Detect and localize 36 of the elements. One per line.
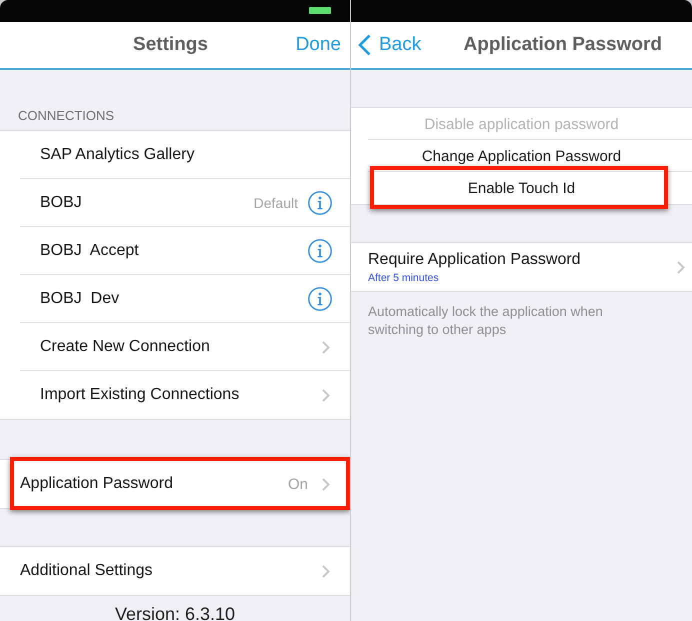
- row-label: Import Existing Connections: [40, 386, 240, 404]
- row-label: Additional Settings: [20, 562, 154, 580]
- chevron-icon: [677, 260, 685, 274]
- row-label: Application Password: [20, 475, 174, 493]
- list-row[interactable]: BOBJ Dev: [0, 275, 350, 323]
- row-detail: Default: [254, 195, 298, 211]
- list-row[interactable]: Require Application Password After 5 minutes: [351, 243, 692, 291]
- list-row[interactable]: Create New Connection: [0, 323, 350, 371]
- chevron-icon: [322, 388, 330, 402]
- row-label: Require Application Password: [368, 250, 582, 268]
- list-row[interactable]: SAP Analytics Gallery: [0, 131, 350, 179]
- info-icon[interactable]: [308, 239, 332, 263]
- list-row[interactable]: Additional Settings: [0, 547, 350, 595]
- row-label: BOBJ: [40, 194, 83, 212]
- row-label: Create New Connection: [40, 338, 211, 356]
- row-subtitle: After 5 minutes: [368, 272, 440, 284]
- info-icon[interactable]: [308, 287, 332, 311]
- chevron-icon: [322, 564, 330, 578]
- row-detail: On: [288, 476, 308, 492]
- list-row[interactable]: BOBJ Default: [0, 179, 350, 227]
- row-label: SAP Analytics Gallery: [40, 146, 196, 164]
- nav-title: Settings: [133, 34, 208, 56]
- chevron-left-icon: [358, 34, 371, 56]
- section-footer: Automatically lock the application when switching to other apps: [351, 292, 641, 339]
- version-label: Version: 6.3.10: [114, 603, 236, 621]
- chevron-icon: [322, 340, 330, 354]
- action-button[interactable]: Enable Touch Id: [351, 172, 692, 204]
- row-label: BOBJ Dev: [40, 290, 120, 308]
- list-row[interactable]: BOBJ Accept: [0, 227, 350, 275]
- section-header: CONNECTIONS: [17, 107, 116, 125]
- list-row[interactable]: Import Existing Connections: [0, 371, 350, 419]
- row-label: BOBJ Accept: [40, 242, 140, 260]
- info-icon[interactable]: [308, 191, 332, 215]
- nav-title: Application Password: [464, 34, 662, 56]
- chevron-icon: [322, 478, 330, 490]
- battery-icon: [309, 7, 331, 14]
